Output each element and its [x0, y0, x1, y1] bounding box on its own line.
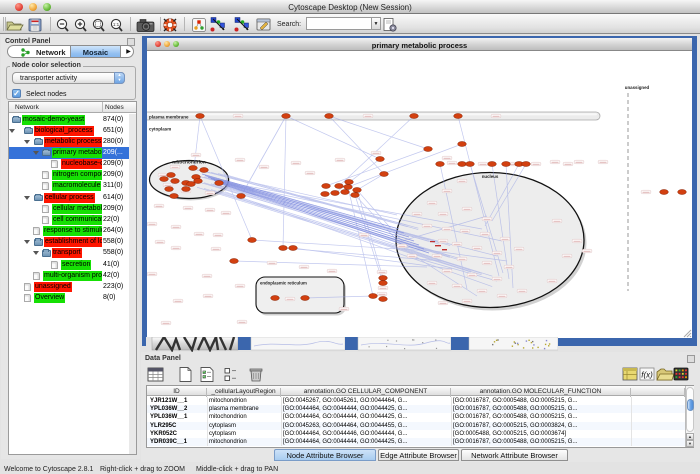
- svg-text:unassigned: unassigned: [625, 85, 650, 90]
- svg-text:cytoplasm: cytoplasm: [149, 127, 171, 132]
- svg-text:mitochondrion: mitochondrion: [172, 160, 206, 166]
- svg-text:endoplasmic reticulum: endoplasmic reticulum: [260, 281, 307, 286]
- svg-text:f(x): f(x): [641, 371, 653, 380]
- svg-text:1:1: 1:1: [113, 22, 120, 27]
- svg-text:nucleus: nucleus: [482, 174, 499, 179]
- svg-text:plasma membrane: plasma membrane: [149, 115, 189, 120]
